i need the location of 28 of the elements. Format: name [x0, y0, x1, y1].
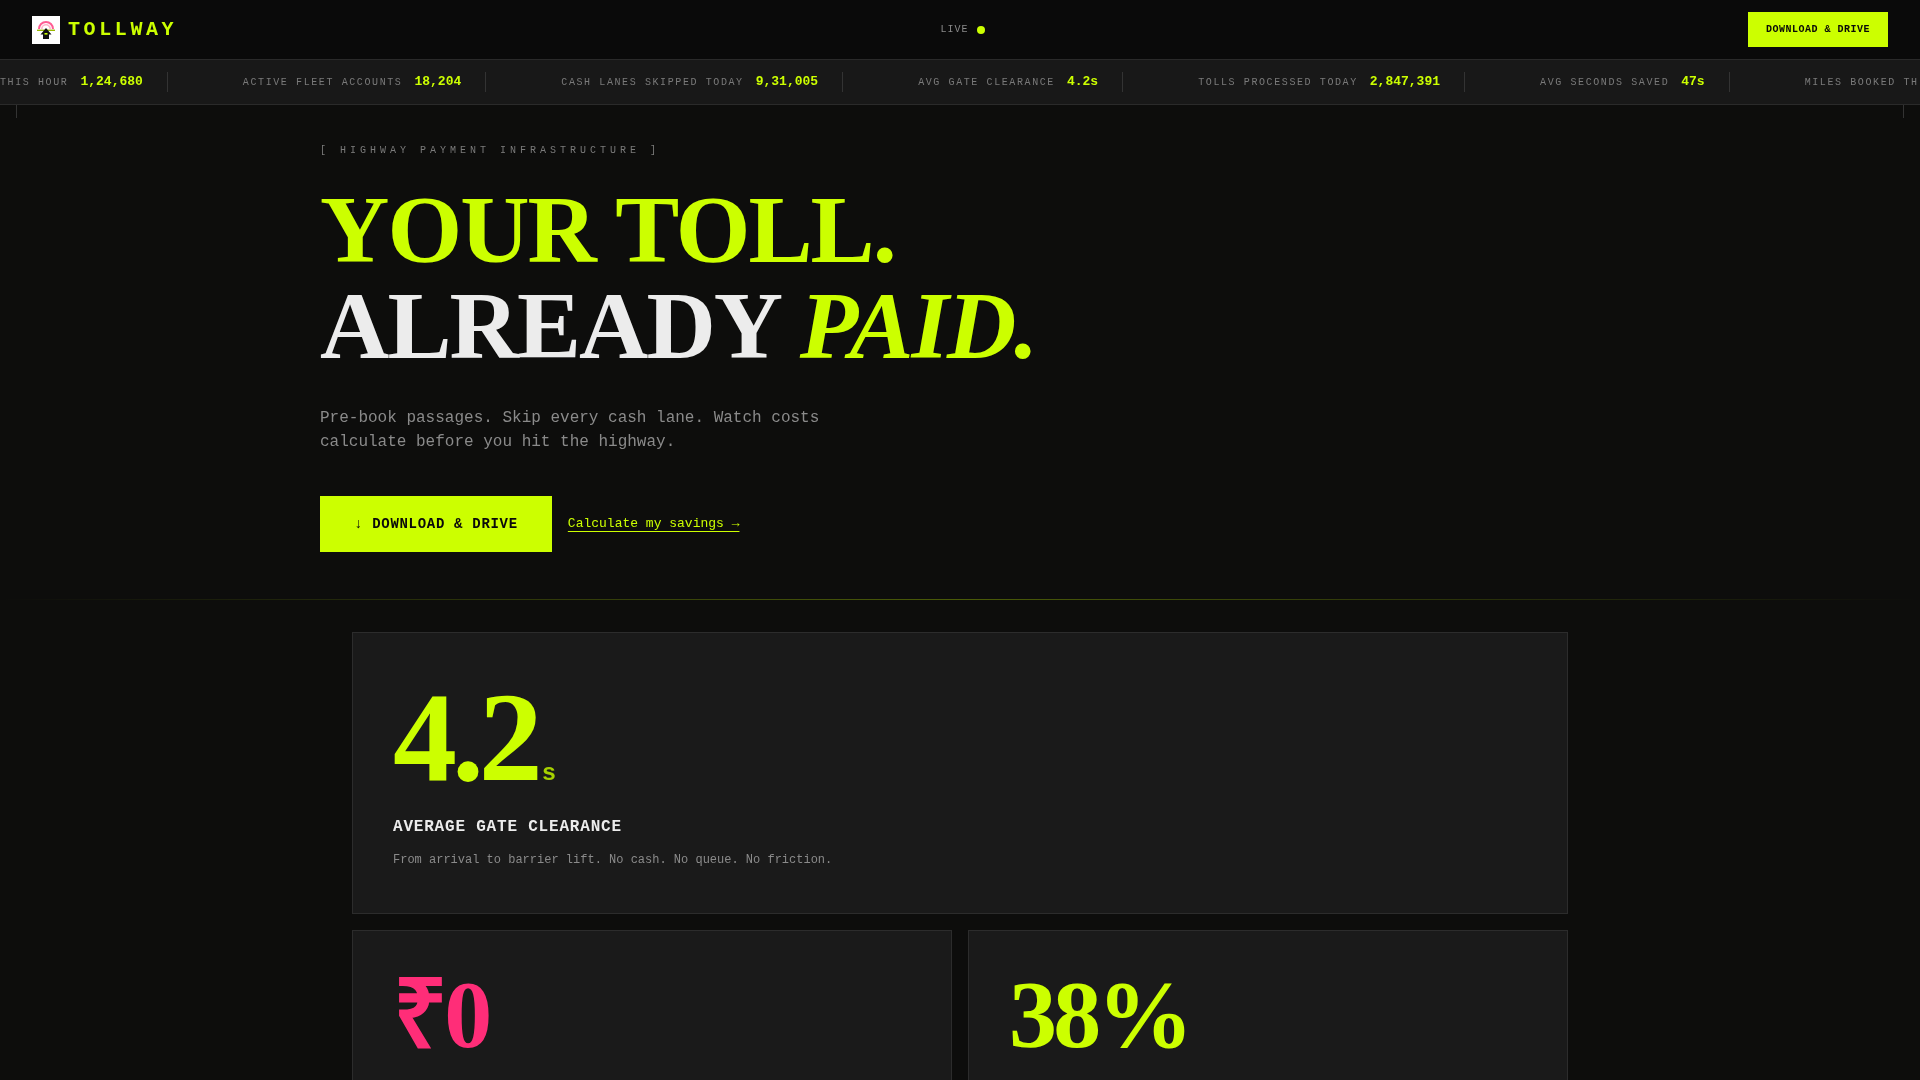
live-label: LIVE: [940, 23, 969, 37]
ticker-value: 2,847,391: [1369, 73, 1441, 92]
hero-headline: YOUR TOLL. ALREADY PAID.: [320, 182, 1037, 374]
download-button[interactable]: DOWNLOAD & DRIVE: [1748, 12, 1888, 47]
stat-value: ₹0: [393, 967, 489, 1063]
hero-subtitle: Pre-book passages. Skip every cash lane. Watch costs calculate before you hit the highway.: [320, 408, 821, 453]
ticker-value: 1,24,680: [80, 73, 143, 92]
stat-description: From arrival to barrier lift. No cash. No queue. No friction.: [393, 852, 833, 869]
download-drive-button[interactable]: ↓ DOWNLOAD & DRIVE: [320, 496, 552, 552]
ticker-label: AVG SECONDS SAVED: [1540, 75, 1670, 90]
brand-name: TOLLWAY: [68, 16, 178, 43]
ticker-label: AVG GATE CLEARANCE: [918, 75, 1055, 90]
ticker-label: THIS HOUR: [0, 75, 69, 90]
stat-title: AVERAGE GATE CLEARANCE: [393, 817, 622, 838]
calculate-savings-link[interactable]: Calculate my savings →: [567, 514, 740, 534]
ticker-value: 4.2s: [1066, 73, 1099, 92]
ticker-value: 18,204: [414, 73, 462, 92]
logo-icon: [32, 15, 60, 44]
ticker-label: MILES BOOKED TH: [1804, 75, 1919, 90]
ticker-value: 9,31,005: [755, 73, 819, 92]
ticker-label: TOLLS PROCESSED TODAY: [1198, 75, 1358, 90]
ticker-value: 47s: [1681, 73, 1705, 92]
ticker-label: ACTIVE FLEET ACCOUNTS: [242, 75, 403, 90]
ticker-label: CASH LANES SKIPPED TODAY: [561, 75, 744, 90]
stat-unit: s: [541, 762, 557, 786]
stat-value: 38%: [1009, 967, 1190, 1063]
eyebrow-label: [ HIGHWAY PAYMENT INFRASTRUCTURE ]: [320, 144, 661, 158]
stat-value: 4.2: [393, 673, 538, 801]
